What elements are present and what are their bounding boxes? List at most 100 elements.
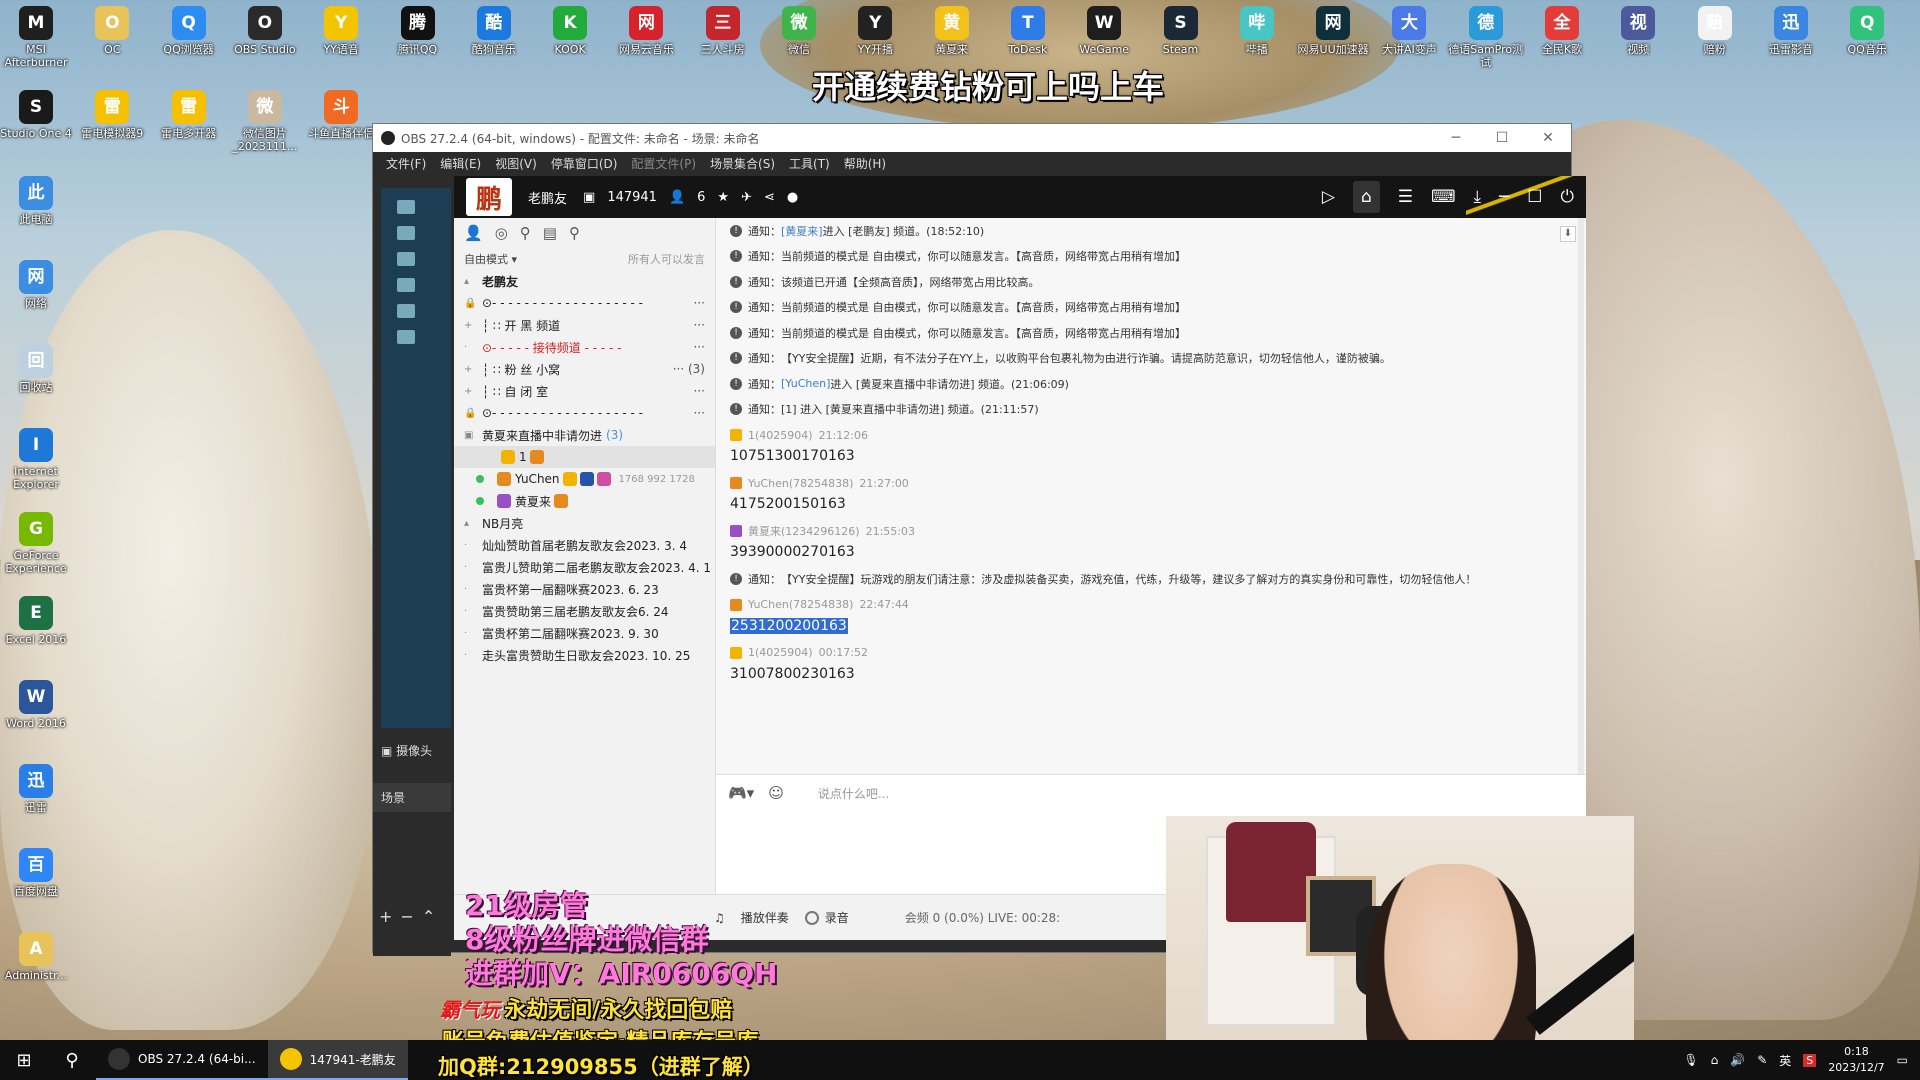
channel-row[interactable]: + ┆ ∷ 开 黑 频道 ··· <box>454 314 715 336</box>
clock[interactable]: 0:18 2023/12/7 <box>1828 1044 1884 1076</box>
message-body[interactable]: 39390000270163 <box>730 540 1586 566</box>
live-channel[interactable]: ▣ 黄夏来直播中非请勿进 (3) <box>454 424 715 446</box>
location-icon[interactable]: ⚲ <box>520 224 531 242</box>
desktop-icon[interactable]: 酷酷狗音乐 <box>456 6 532 56</box>
sub-channel-item[interactable]: · 富贵儿赞助第二届老鹏友歌友会2023. 4. 1 <box>454 556 715 578</box>
notice-user-link[interactable]: [黄夏来] <box>781 223 823 239</box>
gamepad-icon[interactable]: ⌨ <box>1431 187 1456 207</box>
sub-channel-item[interactable]: · 走头富贵赞助生日歌友会2023. 10. 25 <box>454 644 715 666</box>
sogou-ime-icon[interactable]: S <box>1803 1053 1817 1067</box>
sub-channel-item[interactable]: · 富贵杯第二届翻咪赛2023. 9. 30 <box>454 622 715 644</box>
home-icon[interactable]: ⌂ <box>1352 181 1380 213</box>
search-icon[interactable]: ⚲ <box>569 224 580 242</box>
video-icon[interactable]: ▷ <box>1322 187 1335 207</box>
obs-preview-canvas[interactable] <box>381 188 451 728</box>
emoji-icon[interactable]: ☺ <box>768 784 784 802</box>
chat-scrollbar[interactable] <box>1578 218 1584 774</box>
channel-row[interactable]: 🔒 ⊙- - - - - - - - - - - - - - - - - - - ·… <box>454 402 715 424</box>
message-user[interactable]: 1(4025904) <box>748 429 813 442</box>
message-user[interactable]: 黄夏来(1234296126) <box>748 523 860 539</box>
desktop-icon[interactable]: 微微信 <box>761 6 837 56</box>
desktop-icon[interactable]: G GeForce Experience <box>0 512 74 575</box>
desktop-icon[interactable]: 赔赔粉 <box>1677 6 1753 56</box>
menu-file[interactable]: 文件(F) <box>379 155 433 172</box>
camera-source[interactable]: ▣ 摄像头 <box>373 736 451 765</box>
desktop-icon[interactable]: 网网易UU加速器 <box>1295 6 1371 56</box>
mode-row[interactable]: 自由模式 ▾ 所有人可以发言 <box>454 248 715 270</box>
desktop-icon[interactable]: 微微信图片_2023111... <box>227 90 303 153</box>
gamepad-icon[interactable]: 🎮▾ <box>728 784 754 802</box>
user-icon[interactable]: 👤 <box>464 224 483 242</box>
menu-tools[interactable]: 工具(T) <box>782 155 837 172</box>
desktop-icon[interactable]: 此此电脑 <box>0 176 74 226</box>
desktop-icon[interactable]: I Internet Explorer <box>0 428 74 491</box>
record-button[interactable]: 录音 <box>804 909 849 926</box>
maximize-icon[interactable]: ☐ <box>1527 187 1542 207</box>
add-icon[interactable]: + <box>379 907 400 926</box>
desktop-icon[interactable]: 德德语SamPro测试 <box>1448 6 1524 69</box>
minimize-icon[interactable]: ─ <box>1499 187 1509 207</box>
desktop-icon[interactable]: Q QQ浏览器 <box>151 6 227 56</box>
channel-more-icon[interactable]: ··· <box>694 318 715 332</box>
menu-edit[interactable]: 编辑(E) <box>433 155 488 172</box>
power-icon[interactable]: ⏻ <box>1561 187 1574 207</box>
accompany-button[interactable]: 播放伴奏 <box>741 909 789 926</box>
mode-select[interactable]: 自由模式 ▾ <box>464 251 517 267</box>
network-icon[interactable]: ⌂ <box>1711 1053 1719 1067</box>
message-user[interactable]: YuChen(78254838) <box>748 477 853 490</box>
channel-row[interactable]: + ┆ ∷ 自 闭 室 ··· <box>454 380 715 402</box>
taskbar-item[interactable]: OBS 27.2.4 (64-bi... <box>96 1040 268 1080</box>
desktop-icon[interactable]: E Excel 2016 <box>0 596 74 646</box>
maximize-icon[interactable]: ☐ <box>1479 130 1525 146</box>
message-body[interactable]: 2531200200163 <box>730 614 1586 640</box>
user-row[interactable]: YuChen 1768 992 1728 <box>454 468 715 490</box>
desktop-icon[interactable]: 迅迅雷影音 <box>1753 6 1829 56</box>
desktop-icon[interactable]: Q QQ音乐 <box>1829 6 1905 56</box>
desktop-icon[interactable]: 网网易云音乐 <box>608 6 684 56</box>
user-row[interactable]: 1 <box>454 446 715 468</box>
desktop-icon[interactable]: 回回收站 <box>0 344 74 394</box>
up-icon[interactable]: ⌃ <box>422 907 443 926</box>
download-icon[interactable]: ⤓ <box>1474 187 1482 207</box>
favorite-icon[interactable]: ★ <box>717 190 729 205</box>
taskbar-item[interactable]: 147941-老鹏友 <box>267 1040 408 1080</box>
sub-channel-item[interactable]: · 灿灿赞助首届老鹏友歌友会2023. 3. 4 <box>454 534 715 556</box>
chat-area[interactable]: ⬇ ! 通知： [黄夏来] 进入 [老鹏友] 频道。(18:52:10)! 通知： 当前… <box>716 218 1586 774</box>
search-icon[interactable]: ⚲ <box>48 1040 96 1080</box>
windows-start-icon[interactable]: ⊞ <box>0 1040 48 1080</box>
music-icon[interactable]: ♫ <box>714 911 725 925</box>
ime-label[interactable]: 英 <box>1779 1052 1791 1069</box>
message-user[interactable]: 1(4025904) <box>748 646 813 659</box>
channel-row[interactable]: 🔒 ⊙- - - - - - - - - - - - - - - - - - - ·… <box>454 292 715 314</box>
channel-more-icon[interactable]: ··· (3) <box>673 362 715 376</box>
report-icon[interactable]: ● <box>787 190 798 205</box>
desktop-icon[interactable]: 网网络 <box>0 260 74 310</box>
share-icon[interactable]: ⋖ <box>764 190 775 205</box>
pen-icon[interactable]: ✎ <box>1757 1053 1767 1067</box>
headset-icon[interactable]: ◎ <box>495 224 508 242</box>
mic-icon[interactable]: 🎙 <box>1683 1053 1698 1067</box>
minimize-icon[interactable]: ─ <box>1433 130 1479 146</box>
desktop-icon[interactable]: 迅迅雷 <box>0 764 74 814</box>
sub-channel-item[interactable]: · 富贵杯第一届翻咪赛2023. 6. 23 <box>454 578 715 600</box>
desktop-icon[interactable]: 斗斗鱼直播伴侣 <box>303 90 379 140</box>
menu-profile[interactable]: 配置文件(P) <box>624 155 703 172</box>
message-body[interactable]: 31007800230163 <box>730 662 1586 688</box>
desktop-icon[interactable]: 雷雷电多开器 <box>151 90 227 140</box>
desktop-icon[interactable]: O OBS Studio <box>227 6 303 56</box>
plane-icon[interactable]: ✈ <box>741 190 752 205</box>
desktop-icon[interactable]: K KOOK <box>532 6 608 56</box>
user-row[interactable]: 黄夏来 <box>454 490 715 512</box>
message-user[interactable]: YuChen(78254838) <box>748 598 853 611</box>
notes-icon[interactable]: ▤ <box>543 224 557 242</box>
obs-title-bar[interactable]: OBS 27.2.4 (64-bit, windows) - 配置文件: 未命名… <box>373 124 1571 152</box>
desktop-icon[interactable]: O OC <box>74 6 150 56</box>
desktop-icon[interactable]: 腾腾讯QQ <box>380 6 456 56</box>
desktop-icon[interactable]: A Administr... <box>0 932 74 982</box>
desktop-icon[interactable]: 全全民K歌 <box>1524 6 1600 56</box>
menu-view[interactable]: 视图(V) <box>488 155 544 172</box>
desktop-icon[interactable]: 大大讲AI变声 <box>1371 6 1447 56</box>
channel-more-icon[interactable]: ··· <box>694 296 715 310</box>
desktop-icon[interactable]: S Steam <box>1143 6 1219 56</box>
scroll-down-icon[interactable]: ⬇ <box>1560 226 1576 242</box>
